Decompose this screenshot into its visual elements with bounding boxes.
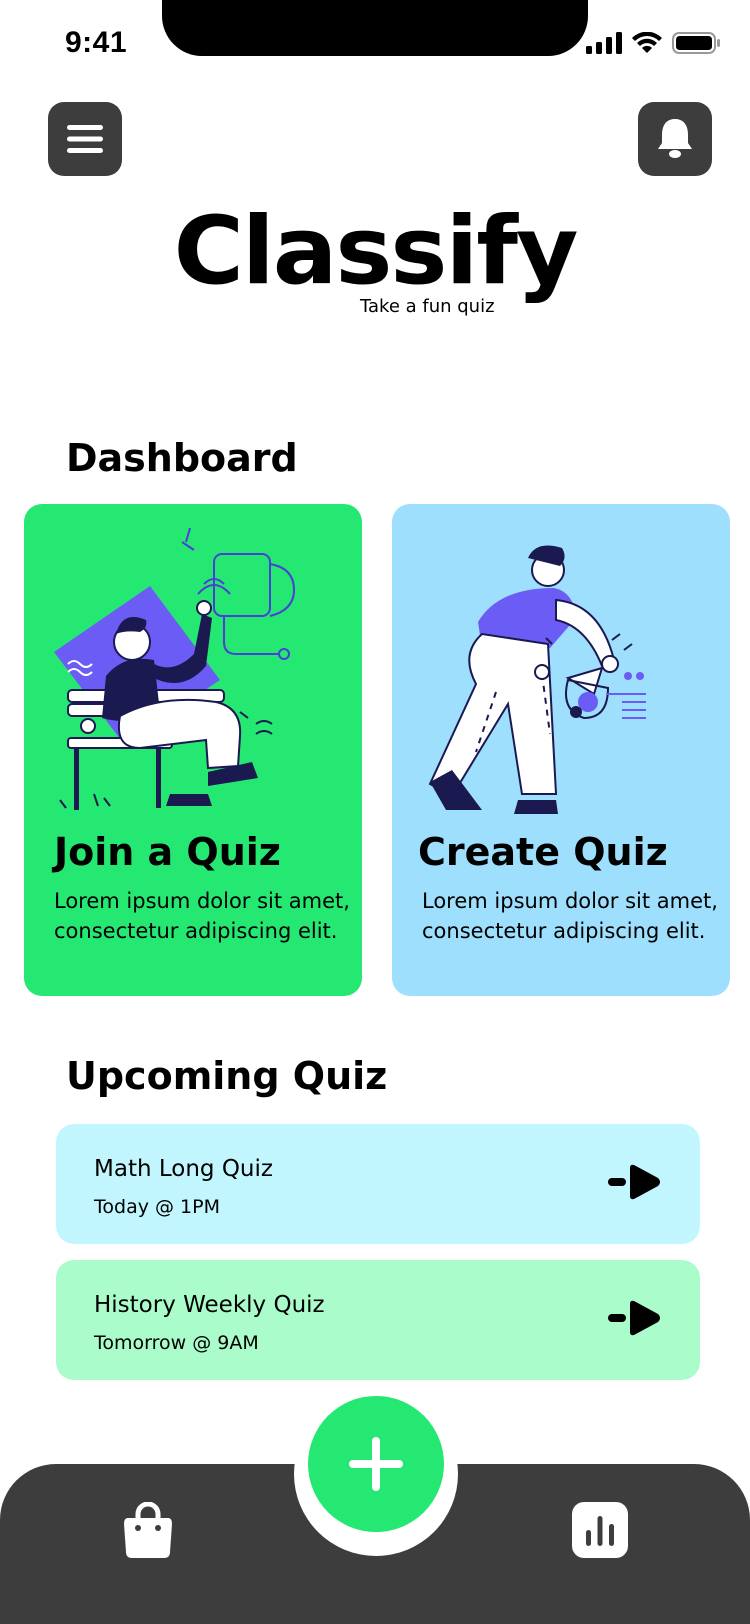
wifi-icon <box>632 32 662 53</box>
plus-icon <box>349 1437 403 1491</box>
bar-chart-icon[interactable] <box>572 1502 628 1558</box>
bell-icon <box>658 119 692 158</box>
quiz-time: Today @ 1PM <box>94 1196 220 1218</box>
device-notch <box>162 0 588 56</box>
status-icons <box>586 32 720 54</box>
create-quiz-card[interactable]: Create Quiz Lorem ipsum dolor sit amet, … <box>392 504 730 996</box>
add-button[interactable] <box>308 1396 444 1532</box>
menu-button[interactable] <box>48 102 122 176</box>
create-quiz-illustration <box>428 545 646 814</box>
join-quiz-description: Lorem ipsum dolor sit amet, consectetur … <box>54 889 350 943</box>
upcoming-quiz-item[interactable]: History Weekly Quiz Tomorrow @ 9AM <box>56 1260 700 1380</box>
dashboard-heading: Dashboard <box>66 436 298 480</box>
create-quiz-description: Lorem ipsum dolor sit amet, consectetur … <box>422 889 718 943</box>
quiz-name: Math Long Quiz <box>94 1156 273 1182</box>
app-title: Classify <box>173 197 579 306</box>
quiz-time: Tomorrow @ 9AM <box>94 1332 259 1354</box>
play-arrow-icon[interactable] <box>608 1164 662 1200</box>
hamburger-menu-icon <box>67 125 103 153</box>
play-arrow-icon[interactable] <box>608 1300 662 1336</box>
upcoming-quiz-item[interactable]: Math Long Quiz Today @ 1PM <box>56 1124 700 1244</box>
battery-icon <box>672 32 720 54</box>
join-quiz-title: Join a Quiz <box>54 830 281 874</box>
shopping-bag-icon[interactable] <box>122 1502 174 1560</box>
upcoming-heading: Upcoming Quiz <box>66 1054 388 1098</box>
app-tagline: Take a fun quiz <box>360 296 495 317</box>
quiz-name: History Weekly Quiz <box>94 1292 325 1318</box>
app-logo: Classify Take a fun quiz <box>0 197 750 318</box>
join-quiz-card[interactable]: Join a Quiz Lorem ipsum dolor sit amet, … <box>24 504 362 996</box>
create-quiz-title: Create Quiz <box>418 830 668 874</box>
notifications-button[interactable] <box>638 102 712 176</box>
signal-icon <box>586 32 622 54</box>
status-time: 9:41 <box>65 26 128 59</box>
join-quiz-illustration <box>54 527 296 810</box>
